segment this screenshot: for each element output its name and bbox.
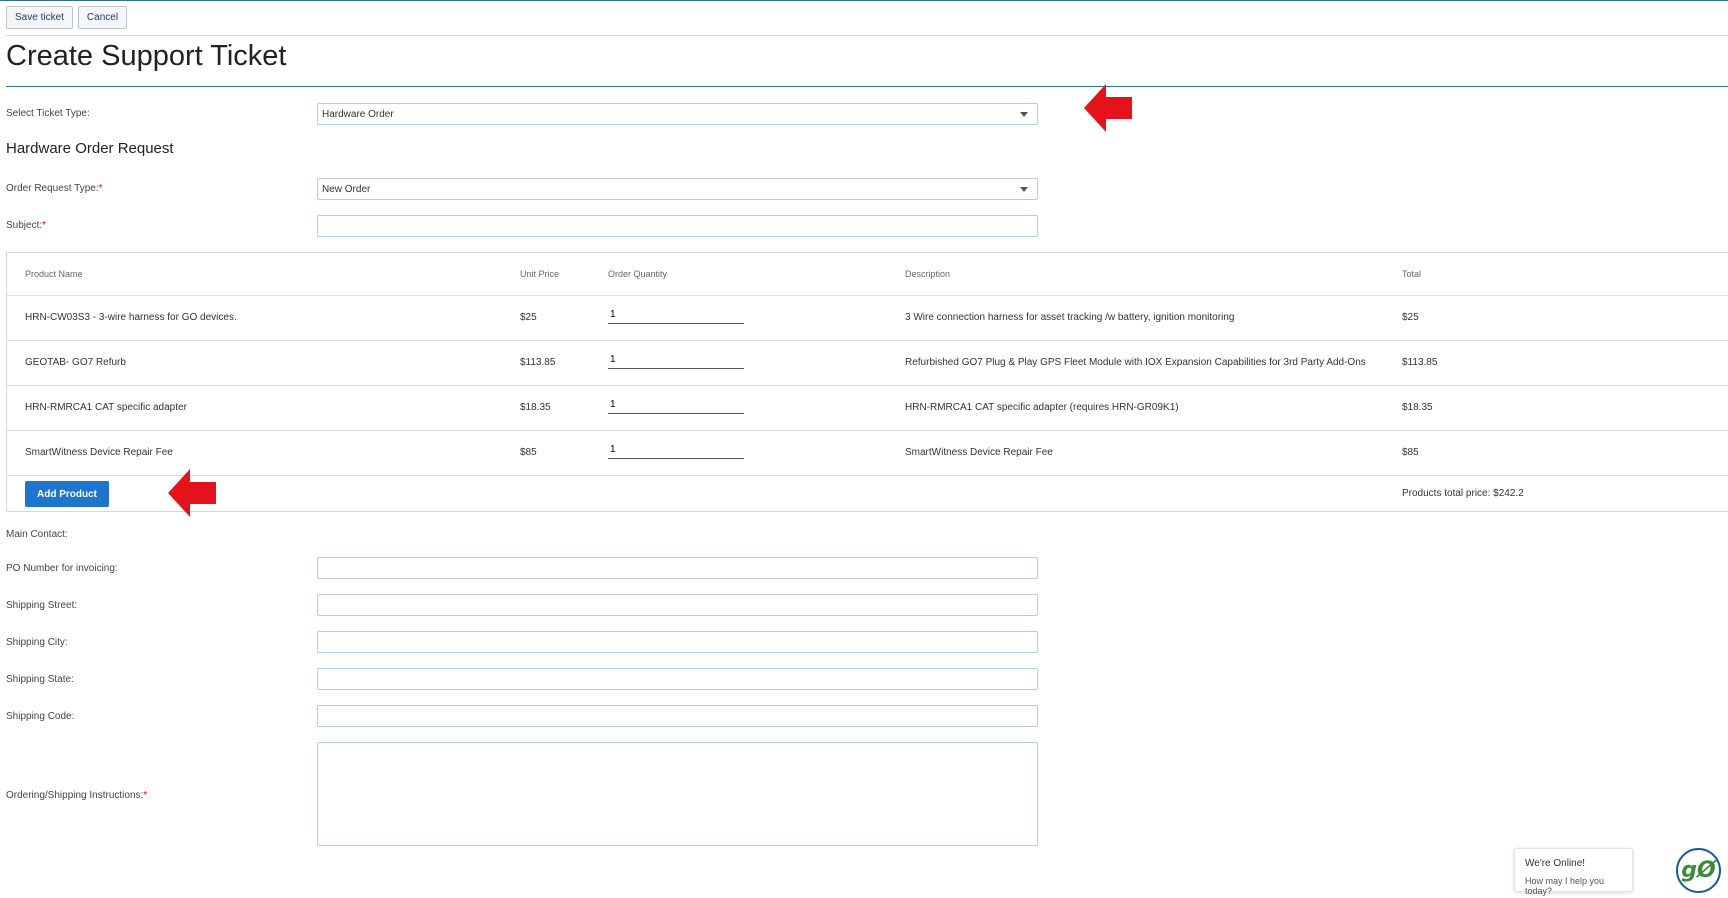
page-title: Create Support Ticket bbox=[6, 40, 287, 72]
top-border bbox=[0, 0, 1728, 1]
chat-logo-button[interactable]: gØ bbox=[1676, 848, 1721, 893]
header-description: Description bbox=[905, 269, 951, 279]
subject-input[interactable] bbox=[317, 215, 1038, 237]
shipping-street-input[interactable] bbox=[317, 594, 1038, 616]
product-description: Refurbished GO7 Plug & Play GPS Fleet Mo… bbox=[905, 357, 1366, 368]
header-total: Total bbox=[1402, 269, 1422, 279]
subject-label-text: Subject: bbox=[6, 220, 43, 231]
cancel-button[interactable]: Cancel bbox=[77, 6, 128, 29]
chevron-down-icon bbox=[1020, 111, 1028, 117]
header-unit-price: Unit Price bbox=[520, 269, 560, 279]
order-request-type-value: New Order bbox=[322, 183, 371, 195]
chat-subtitle: How may I help you today? bbox=[1525, 876, 1605, 896]
title-divider bbox=[6, 86, 1728, 87]
save-ticket-button[interactable]: Save ticket bbox=[6, 6, 73, 29]
products-table: Product Name Unit Price Order Quantity D… bbox=[6, 252, 1728, 512]
header-product-name: Product Name bbox=[25, 269, 83, 279]
product-total: $113.85 bbox=[1402, 357, 1438, 368]
order-quantity-input[interactable] bbox=[608, 351, 744, 369]
shipping-state-label: Shipping State: bbox=[6, 674, 74, 685]
order-request-type-label: Order Request Type:* bbox=[6, 183, 103, 194]
product-unit-price: $25 bbox=[520, 312, 537, 323]
products-total-price: Products total price: $242.2 bbox=[1402, 488, 1524, 499]
product-name: SmartWitness Device Repair Fee bbox=[25, 447, 173, 458]
red-arrow-icon bbox=[1084, 84, 1132, 132]
red-arrow-icon bbox=[168, 469, 216, 517]
product-total: $25 bbox=[1402, 312, 1419, 323]
product-unit-price: $18.35 bbox=[520, 402, 551, 413]
shipping-street-label: Shipping Street: bbox=[6, 600, 78, 611]
product-row: HRN-RMRCA1 CAT specific adapter $18.35 H… bbox=[7, 385, 1728, 430]
product-row: GEOTAB- GO7 Refurb $113.85 Refurbished G… bbox=[7, 340, 1728, 385]
chat-title: We're Online! bbox=[1525, 858, 1586, 869]
shipping-city-input[interactable] bbox=[317, 631, 1038, 653]
product-row: HRN-CW03S3 - 3-wire harness for GO devic… bbox=[7, 295, 1728, 340]
required-mark: * bbox=[143, 790, 148, 801]
order-request-type-label-text: Order Request Type: bbox=[6, 183, 99, 194]
product-description: SmartWitness Device Repair Fee bbox=[905, 447, 1053, 458]
product-row: SmartWitness Device Repair Fee $85 Smart… bbox=[7, 430, 1728, 475]
po-number-input[interactable] bbox=[317, 557, 1038, 579]
section-title: Hardware Order Request bbox=[6, 140, 174, 157]
po-number-label: PO Number for invoicing: bbox=[6, 563, 118, 574]
ticket-type-label: Select Ticket Type: bbox=[6, 108, 90, 119]
chevron-down-icon bbox=[1020, 186, 1028, 192]
toolbar: Save ticket Cancel bbox=[6, 6, 128, 29]
ticket-type-value: Hardware Order bbox=[322, 108, 394, 120]
required-mark: * bbox=[98, 183, 103, 194]
order-request-type-select[interactable]: New Order bbox=[317, 178, 1038, 200]
product-name: HRN-CW03S3 - 3-wire harness for GO devic… bbox=[25, 312, 237, 323]
product-unit-price: $85 bbox=[520, 447, 537, 458]
main-contact-label: Main Contact: bbox=[6, 529, 68, 540]
order-quantity-input[interactable] bbox=[608, 441, 744, 459]
instructions-label-text: Ordering/Shipping Instructions: bbox=[6, 790, 144, 801]
shipping-code-input[interactable] bbox=[317, 705, 1038, 727]
product-total: $85 bbox=[1402, 447, 1419, 458]
order-quantity-input[interactable] bbox=[608, 396, 744, 414]
product-name: GEOTAB- GO7 Refurb bbox=[25, 357, 126, 368]
products-footer: Add Product Products total price: $242.2 bbox=[7, 475, 1728, 513]
shipping-state-input[interactable] bbox=[317, 668, 1038, 690]
header-order-quantity: Order Quantity bbox=[608, 269, 668, 279]
product-description: 3 Wire connection harness for asset trac… bbox=[905, 312, 1235, 323]
product-unit-price: $113.85 bbox=[520, 357, 556, 368]
shipping-code-label: Shipping Code: bbox=[6, 711, 75, 722]
product-description: HRN-RMRCA1 CAT specific adapter (require… bbox=[905, 402, 1179, 413]
product-name: HRN-RMRCA1 CAT specific adapter bbox=[25, 402, 187, 413]
instructions-textarea[interactable] bbox=[317, 742, 1038, 846]
ticket-type-select[interactable]: Hardware Order bbox=[317, 103, 1038, 125]
required-mark: * bbox=[42, 220, 47, 231]
add-product-button[interactable]: Add Product bbox=[25, 481, 109, 507]
shipping-city-label: Shipping City: bbox=[6, 637, 68, 648]
instructions-label: Ordering/Shipping Instructions:* bbox=[6, 790, 147, 801]
toolbar-divider bbox=[6, 35, 1728, 36]
product-total: $18.35 bbox=[1402, 402, 1433, 413]
subject-label: Subject:* bbox=[6, 220, 46, 231]
go-logo-icon: gØ bbox=[1681, 858, 1716, 883]
chat-bubble[interactable]: We're Online! How may I help you today? bbox=[1514, 848, 1633, 896]
order-quantity-input[interactable] bbox=[608, 306, 744, 324]
